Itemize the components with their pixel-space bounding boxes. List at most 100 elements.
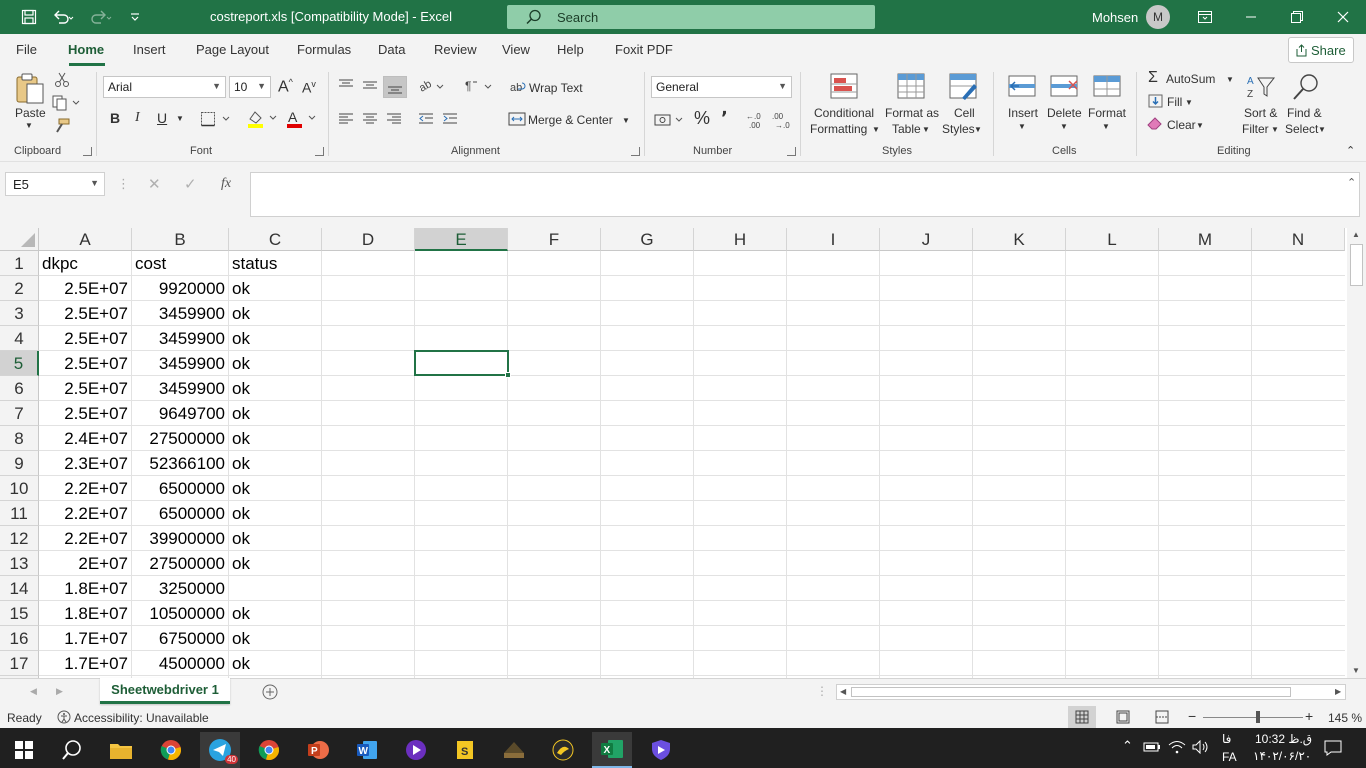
tray-expand-icon[interactable]: ⌃ — [1122, 738, 1133, 754]
tab-formulas[interactable]: Formulas — [297, 42, 351, 57]
cell-a2[interactable]: 2.5E+07 — [39, 276, 132, 301]
next-sheet-icon[interactable]: ▶ — [56, 686, 63, 697]
cell-a3[interactable]: 2.5E+07 — [39, 301, 132, 326]
row-header-4[interactable]: 4 — [0, 326, 39, 351]
format-cells-icon[interactable] — [1092, 72, 1122, 105]
cell-c5[interactable]: ok — [229, 351, 322, 376]
underline-dropdown-icon[interactable]: ▼ — [176, 114, 184, 123]
cell-a7[interactable]: 2.5E+07 — [39, 401, 132, 426]
more-options-icon[interactable]: ⋮ — [117, 176, 130, 192]
sigma-icon[interactable]: Σ — [1148, 69, 1158, 87]
merge-center-icon[interactable] — [508, 112, 526, 129]
minimize-icon[interactable] — [1228, 0, 1274, 34]
font-name-combo[interactable]: Arial ▼ — [103, 76, 226, 98]
tab-foxit-pdf[interactable]: Foxit PDF — [615, 42, 673, 57]
restore-icon[interactable] — [1274, 0, 1320, 34]
column-header-c[interactable]: C — [229, 228, 322, 251]
format-painter-icon[interactable] — [54, 118, 70, 137]
cell-b16[interactable]: 6750000 — [132, 626, 229, 651]
horizontal-scrollbar[interactable]: ◀ ▶ — [836, 684, 1346, 700]
word-icon[interactable]: W — [347, 732, 387, 768]
row-header-1[interactable]: 1 — [0, 251, 39, 276]
chevron-down-icon[interactable]: ▼ — [1060, 122, 1068, 131]
insert-function-button[interactable]: fx — [221, 176, 231, 192]
vertical-scroll-thumb[interactable] — [1350, 244, 1363, 286]
cell-a16[interactable]: 1.7E+07 — [39, 626, 132, 651]
chevron-down-icon[interactable]: ▼ — [1271, 125, 1279, 134]
borders-icon[interactable] — [200, 111, 232, 130]
decrease-indent-icon[interactable] — [418, 112, 434, 129]
cell-b1[interactable]: cost — [132, 251, 229, 276]
chrome-profile-icon[interactable] — [249, 732, 289, 768]
conditional-formatting-label2[interactable]: Formatting — [810, 122, 867, 136]
cell-b2[interactable]: 9920000 — [132, 276, 229, 301]
language-indicator[interactable]: FA — [1222, 750, 1237, 764]
format-as-table-label2[interactable]: Table — [892, 122, 921, 136]
new-sheet-icon[interactable] — [262, 684, 278, 703]
cell-area[interactable]: dkpc cost status 2.5E+07 9920000 ok 2.5E+07 345… — [39, 251, 1345, 678]
cell-b17[interactable]: 4500000 — [132, 651, 229, 676]
zoom-slider-thumb[interactable] — [1256, 711, 1260, 723]
fill-button[interactable]: Fill — [1167, 95, 1182, 109]
zoom-in-icon[interactable]: + — [1305, 708, 1313, 724]
paste-icon[interactable] — [14, 72, 46, 109]
confirm-entry-icon[interactable]: ✓ — [184, 175, 197, 193]
cancel-entry-icon[interactable]: ✕ — [148, 175, 161, 193]
row-header-10[interactable]: 10 — [0, 476, 39, 501]
chevron-down-icon[interactable]: ▼ — [1196, 121, 1204, 130]
percent-style-button[interactable]: % — [694, 108, 710, 129]
cell-c9[interactable]: ok — [229, 451, 322, 476]
wifi-icon[interactable] — [1168, 740, 1186, 757]
cell-c13[interactable]: ok — [229, 551, 322, 576]
cell-c8[interactable]: ok — [229, 426, 322, 451]
collapse-formula-bar-icon[interactable]: ⌃ — [1347, 176, 1356, 189]
volume-icon[interactable] — [1192, 739, 1210, 757]
cell-a12[interactable]: 2.2E+07 — [39, 526, 132, 551]
cell-c17[interactable]: ok — [229, 651, 322, 676]
align-center-icon[interactable] — [362, 112, 378, 129]
redo-icon[interactable] — [84, 0, 118, 34]
bottom-align-icon[interactable] — [383, 76, 407, 98]
column-header-a[interactable]: A — [39, 228, 132, 251]
notifications-icon[interactable] — [1324, 739, 1342, 760]
scroll-down-icon[interactable]: ▼ — [1352, 666, 1360, 675]
tab-page-layout[interactable]: Page Layout — [196, 42, 269, 57]
fill-color-icon[interactable] — [246, 109, 278, 132]
cell-styles-icon[interactable] — [948, 72, 978, 105]
cell-a4[interactable]: 2.5E+07 — [39, 326, 132, 351]
zoom-out-icon[interactable]: − — [1188, 708, 1196, 724]
chevron-down-icon[interactable]: ▼ — [1226, 75, 1234, 84]
user-name[interactable]: Mohsen — [1092, 10, 1138, 25]
cell-c16[interactable]: ok — [229, 626, 322, 651]
find-select-label2[interactable]: Select — [1285, 122, 1318, 136]
column-header-b[interactable]: B — [132, 228, 229, 251]
undo-icon[interactable] — [46, 0, 80, 34]
ribbon-display-options-icon[interactable] — [1182, 0, 1228, 34]
cell-b4[interactable]: 3459900 — [132, 326, 229, 351]
eraser-icon[interactable] — [1147, 116, 1163, 133]
increase-indent-icon[interactable] — [442, 112, 458, 129]
underline-button[interactable]: U — [157, 110, 167, 126]
align-right-icon[interactable] — [386, 112, 402, 129]
cell-styles-label1[interactable]: Cell — [954, 106, 975, 120]
italic-button[interactable]: I — [135, 110, 140, 126]
cell-b3[interactable]: 3459900 — [132, 301, 229, 326]
accounting-format-icon[interactable] — [654, 112, 686, 131]
paste-label[interactable]: Paste — [15, 106, 46, 120]
insert-cells-icon[interactable] — [1007, 72, 1037, 105]
copy-icon[interactable] — [52, 95, 80, 114]
clear-button[interactable]: Clear — [1167, 118, 1196, 132]
number-launcher-icon[interactable] — [787, 147, 796, 156]
formula-input[interactable] — [250, 172, 1360, 217]
column-header-k[interactable]: K — [973, 228, 1066, 251]
wrap-text-button[interactable]: Wrap Text — [529, 81, 583, 95]
tab-view[interactable]: View — [502, 42, 530, 57]
cell-b14[interactable]: 3250000 — [132, 576, 229, 601]
top-align-icon[interactable] — [338, 78, 354, 95]
avatar[interactable]: M — [1146, 5, 1170, 29]
paragraph-direction-icon[interactable]: ¶ — [463, 78, 493, 97]
conditional-formatting-icon[interactable] — [829, 72, 859, 105]
fill-handle[interactable] — [505, 372, 511, 378]
chevron-down-icon[interactable]: ▼ — [922, 125, 930, 134]
font-color-icon[interactable]: A — [285, 109, 317, 132]
